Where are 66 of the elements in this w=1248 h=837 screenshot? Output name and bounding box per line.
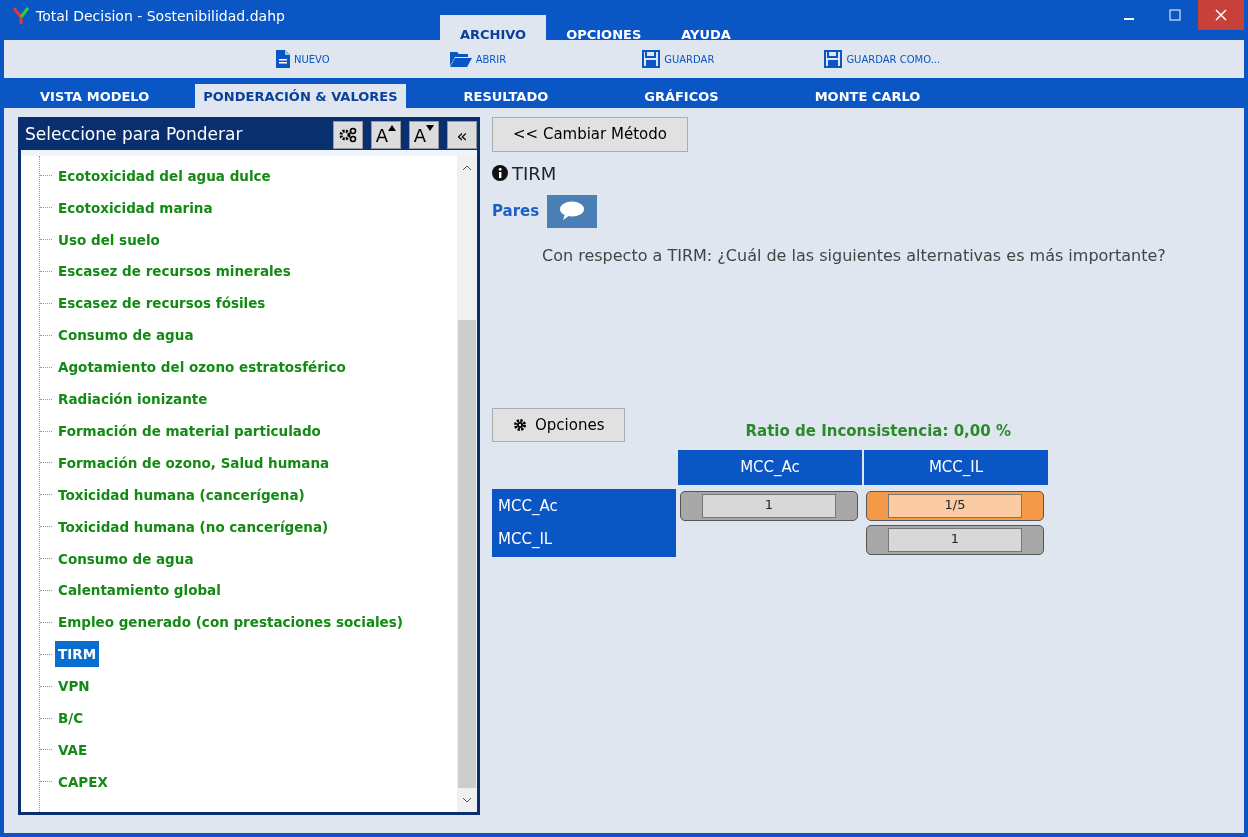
minimize-icon	[1124, 18, 1134, 20]
comment-button[interactable]	[547, 194, 598, 228]
tree-item[interactable]: Agotamiento del ozono estratosférico	[55, 354, 349, 381]
tree-item[interactable]: Escasez de recursos fósiles	[55, 290, 269, 317]
tree-item[interactable]: Empleo generado (con prestaciones sociales)	[55, 609, 406, 636]
increase-font-button[interactable]: A	[371, 121, 401, 149]
criterion-title: TIRM	[512, 161, 557, 186]
speech-bubble-icon	[559, 201, 586, 221]
comparison-field[interactable]: 1	[866, 524, 1044, 555]
view-tab[interactable]: RESULTADO	[455, 84, 557, 108]
comparison-field[interactable]: 1	[680, 490, 858, 521]
scrollbar-thumb[interactable]	[458, 320, 476, 788]
toolbar-button[interactable]: GUARDAR	[642, 50, 715, 68]
tree-item[interactable]: VAE	[55, 736, 91, 764]
view-tab[interactable]: GRÁFICOS	[636, 84, 727, 108]
tree-item[interactable]: CAPEX	[55, 768, 111, 795]
info-icon	[492, 165, 508, 181]
document-icon	[276, 50, 290, 68]
decrease-font-button[interactable]: A	[409, 121, 439, 149]
toolbar-button[interactable]: ABRIR	[449, 51, 507, 67]
folder-icon	[449, 51, 472, 67]
toolbar-button[interactable]: GUARDAR COMO...	[824, 50, 941, 68]
tree-item[interactable]: Toxicidad humana (no cancerígena)	[55, 513, 332, 540]
mode-label: Pares	[492, 200, 540, 222]
change-method-button[interactable]: << Cambiar Método	[492, 117, 688, 152]
tree-item[interactable]: Calentamiento global	[55, 577, 224, 604]
gears-icon	[338, 127, 358, 143]
app-logo-icon	[12, 7, 30, 25]
tree-item[interactable]: TIRM	[55, 641, 100, 668]
tree-item[interactable]: Toxicidad humana (cancerígena)	[55, 481, 308, 508]
question-text: Con respecto a TIRM: ¿Cuál de las siguientes alternativas es más importante?	[542, 244, 1167, 267]
comparison-field[interactable]: 1/5	[866, 490, 1044, 521]
up-triangle-icon	[388, 125, 397, 131]
close-icon	[1215, 9, 1227, 21]
collapse-button[interactable]: «	[447, 121, 477, 149]
down-triangle-icon	[426, 125, 435, 131]
tree-item[interactable]: Formación de ozono, Salud humana	[55, 449, 333, 477]
scrollbar[interactable]	[457, 156, 477, 812]
close-button[interactable]	[1198, 0, 1244, 30]
column-header: MCC_IL	[864, 450, 1048, 485]
view-tab[interactable]: VISTA MODELO	[32, 84, 158, 108]
tree-item[interactable]: Escasez de recursos minerales	[55, 258, 294, 285]
tree-item[interactable]: Consumo de agua	[55, 545, 197, 572]
view-tab[interactable]: PONDERACIÓN & VALORES	[195, 84, 406, 108]
menu-tab[interactable]: OPCIONES	[546, 15, 662, 47]
menu-tab[interactable]: AYUDA	[661, 15, 751, 47]
settings-button[interactable]	[333, 121, 363, 149]
maximize-icon	[1169, 9, 1181, 21]
tree-item[interactable]: Formación de material particulado	[55, 417, 324, 445]
toolbar-button[interactable]: NUEVO	[276, 50, 330, 68]
tree-item[interactable]: Uso del suelo	[55, 226, 163, 253]
tree-item[interactable]: Ecotoxicidad marina	[55, 194, 216, 221]
window-title: Total Decision - Sostenibilidad.dahp	[35, 6, 285, 26]
inconsistency-ratio: Ratio de Inconsistencia: 0,00 %	[745, 420, 1011, 442]
scroll-down-icon[interactable]	[462, 796, 472, 804]
tree-item[interactable]: Ecotoxicidad del agua dulce	[55, 162, 274, 190]
panel-title: Seleccione para Ponderar	[25, 123, 243, 147]
tree-item[interactable]: Consumo de agua	[55, 322, 197, 349]
column-header: MCC_Ac	[678, 450, 862, 485]
tree-item[interactable]: B/C	[55, 704, 87, 732]
scroll-up-icon[interactable]	[462, 164, 472, 172]
options-button[interactable]: Opciones	[492, 407, 626, 442]
tree-item[interactable]: VPN	[55, 673, 93, 700]
gear-icon	[513, 417, 527, 432]
tree-item[interactable]: Radiación ionizante	[55, 386, 211, 413]
view-tab[interactable]: MONTE CARLO	[806, 84, 929, 108]
